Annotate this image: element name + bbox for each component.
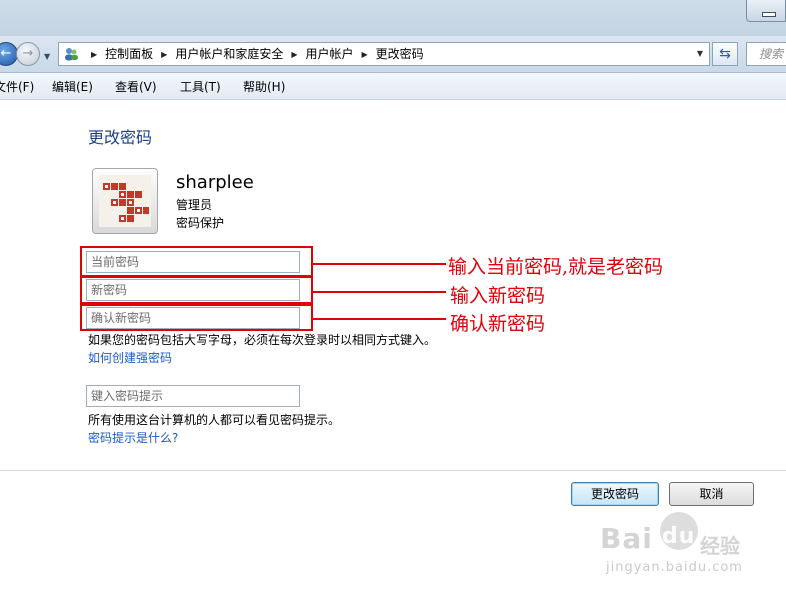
annotation-box-current (80, 246, 313, 277)
breadcrumb-separator-icon[interactable]: ▶ (291, 44, 297, 66)
breadcrumb-item-control-panel[interactable]: 控制面板 (105, 47, 153, 61)
breadcrumb-item-change-password[interactable]: 更改密码 (376, 47, 424, 61)
user-role: 管理员 (176, 198, 213, 212)
password-hint-field[interactable]: 键入密码提示 (86, 385, 300, 407)
watermark-brand: Bai (600, 522, 653, 555)
user-avatar (92, 168, 158, 234)
menu-edit[interactable]: 编辑(E) (52, 78, 93, 95)
watermark-brand-du: du (662, 524, 696, 549)
user-name: sharplee (176, 172, 254, 193)
menu-view[interactable]: 查看(V) (115, 78, 157, 95)
window-title-bar (0, 0, 786, 36)
breadcrumb-separator-icon[interactable]: ▶ (91, 44, 97, 66)
menu-help[interactable]: 帮助(H) (243, 78, 285, 95)
address-bar[interactable]: ▶ 控制面板 ▶ 用户帐户和家庭安全 ▶ 用户帐户 ▶ 更改密码 ▼ (58, 42, 710, 66)
annotation-line-new (313, 291, 446, 293)
divider (0, 470, 786, 471)
minimize-button[interactable] (746, 0, 786, 22)
annotation-line-confirm (313, 318, 446, 320)
address-dropdown-icon[interactable]: ▼ (697, 49, 703, 58)
strong-password-link[interactable]: 如何创建强密码 (88, 349, 172, 366)
annotation-current-password: 输入当前密码,就是老密码 (448, 256, 664, 278)
search-input[interactable]: 搜索 (746, 42, 786, 66)
refresh-button[interactable]: ⇆ (712, 42, 738, 66)
page-title: 更改密码 (88, 128, 153, 147)
breadcrumb-item-user-accounts[interactable]: 用户帐户 (306, 47, 354, 61)
menu-file[interactable]: 文件(F) (0, 78, 34, 95)
annotation-box-new (80, 276, 313, 304)
breadcrumb-item-user-accounts-family[interactable]: 用户帐户和家庭安全 (175, 47, 283, 61)
scrabble-tiles-avatar-icon (99, 175, 151, 227)
password-hint-link[interactable]: 密码提示是什么? (88, 429, 178, 446)
annotation-new-password: 输入新密码 (450, 285, 546, 307)
hint-visibility-note: 所有使用这台计算机的人都可以看见密码提示。 (88, 413, 341, 427)
minimize-icon (762, 12, 776, 17)
watermark-brand-cn: 经验 (700, 534, 740, 558)
watermark-url: jingyan.baidu.com (606, 560, 743, 575)
annotation-line-current (313, 263, 446, 265)
breadcrumb-separator-icon[interactable]: ▶ (362, 44, 368, 66)
annotation-confirm-password: 确认新密码 (450, 313, 546, 335)
refresh-icon: ⇆ (719, 46, 731, 62)
user-password-status: 密码保护 (176, 216, 225, 230)
control-panel-users-icon (65, 48, 78, 61)
annotation-box-confirm (80, 304, 313, 331)
case-sensitivity-note: 如果您的密码包括大写字母，必须在每次登录时以相同方式键入。 (88, 333, 437, 347)
cancel-button[interactable]: 取消 (669, 482, 754, 506)
recent-pages-dropdown-icon[interactable]: ▼ (44, 52, 50, 61)
breadcrumb: ▶ 控制面板 ▶ 用户帐户和家庭安全 ▶ 用户帐户 ▶ 更改密码 (83, 43, 424, 65)
baidu-watermark-logo: Bai (600, 522, 653, 555)
menu-bar: 文件(F) 编辑(E) 查看(V) 工具(T) 帮助(H) (0, 73, 786, 100)
menu-tools[interactable]: 工具(T) (180, 78, 221, 95)
change-password-button[interactable]: 更改密码 (571, 482, 659, 506)
navigation-bar: ← → ▼ ▶ 控制面板 ▶ 用户帐户和家庭安全 ▶ 用户帐户 ▶ 更改密码 ▼ ⇆ 搜索 (0, 36, 786, 73)
breadcrumb-separator-icon[interactable]: ▶ (161, 44, 167, 66)
forward-button[interactable]: → (16, 42, 40, 66)
